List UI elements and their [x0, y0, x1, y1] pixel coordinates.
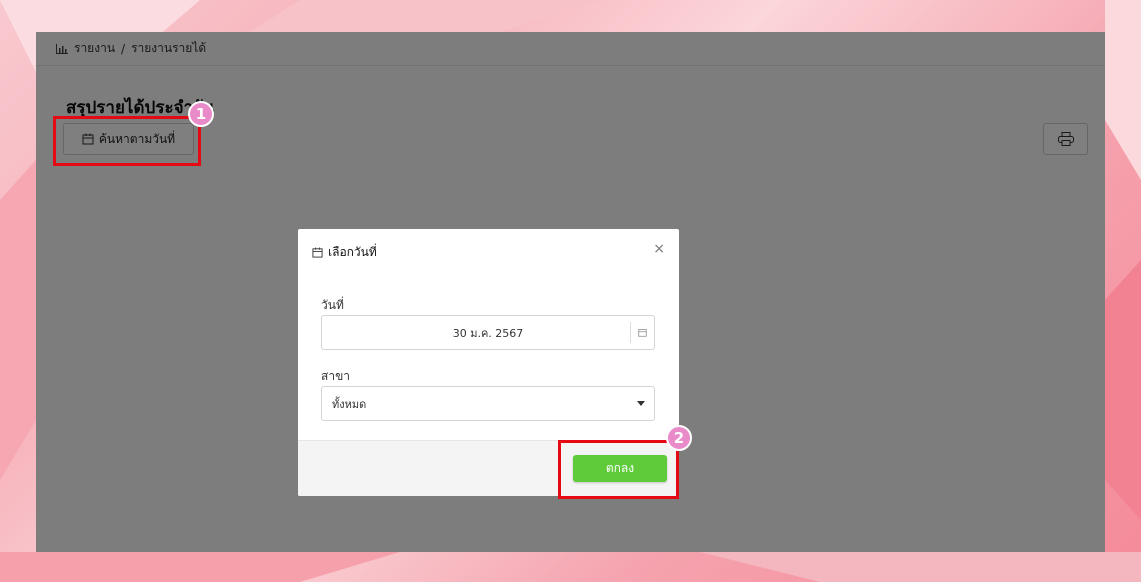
- branch-label: สาขา: [321, 369, 351, 383]
- chevron-down-icon: [637, 401, 645, 406]
- date-input[interactable]: 30 ม.ค. 2567: [321, 315, 655, 350]
- calendar-icon: [312, 247, 323, 258]
- modal-header: เลือกวันที่: [312, 243, 377, 262]
- branch-value: ทั้งหมด: [332, 397, 367, 411]
- calendar-icon[interactable]: [630, 322, 654, 343]
- highlight-step-2: [558, 440, 679, 499]
- close-icon[interactable]: ×: [653, 241, 665, 257]
- date-value: 30 ม.ค. 2567: [452, 326, 524, 340]
- modal-title: เลือกวันที่: [328, 245, 377, 259]
- highlight-step-1: [53, 116, 201, 166]
- step-badge-2: 2: [666, 425, 692, 451]
- branch-select[interactable]: ทั้งหมด: [321, 386, 655, 421]
- step-badge-1: 1: [188, 101, 214, 127]
- date-label: วันที่: [321, 298, 344, 312]
